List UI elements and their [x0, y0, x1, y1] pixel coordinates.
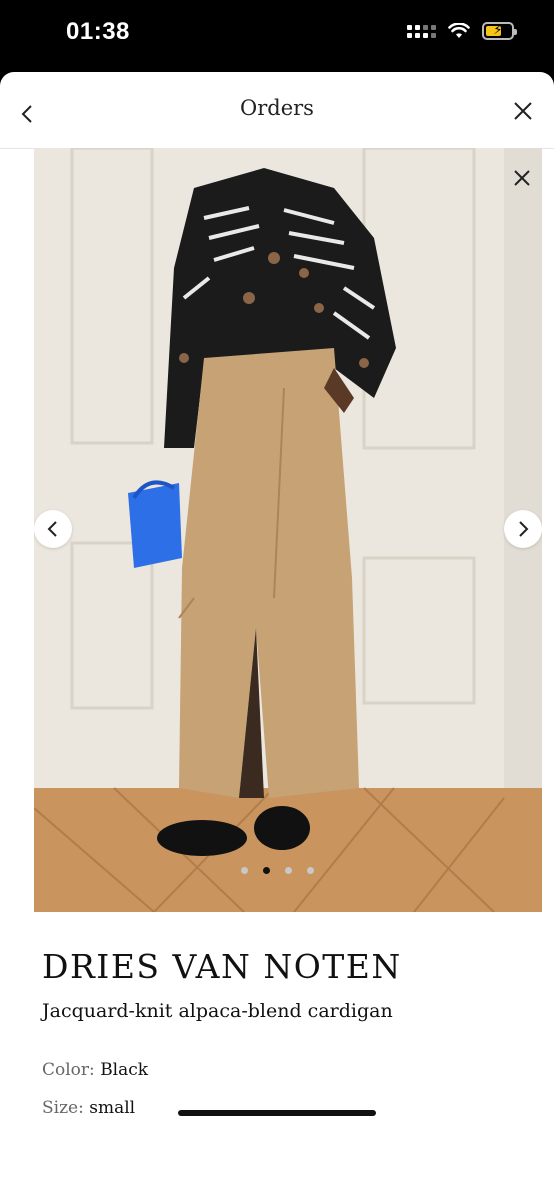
- home-indicator[interactable]: [178, 1110, 376, 1116]
- brand-name: DRIES VAN NOTEN: [42, 947, 402, 986]
- product-size: Size: small: [42, 1098, 135, 1118]
- carousel-dot-active[interactable]: [262, 867, 270, 874]
- close-icon[interactable]: [512, 100, 534, 122]
- color-label: Color:: [42, 1060, 95, 1080]
- size-value: small: [89, 1098, 136, 1118]
- status-icons: ⚡: [407, 22, 517, 40]
- chevron-left-icon: [47, 521, 57, 537]
- carousel-dot[interactable]: [240, 867, 248, 874]
- nav-bar: Orders: [0, 72, 554, 149]
- carousel-dots: [0, 867, 554, 874]
- cellular-signal-icon: [407, 24, 436, 38]
- chevron-right-icon: [519, 521, 529, 537]
- carousel-dot[interactable]: [306, 867, 314, 874]
- next-image-button[interactable]: [504, 510, 542, 548]
- product-name: Jacquard-knit alpaca-blend cardigan: [42, 1000, 393, 1022]
- status-time: 01:38: [66, 18, 130, 45]
- product-image: [34, 148, 542, 912]
- product-photo: [34, 148, 542, 912]
- wifi-icon: [448, 22, 470, 38]
- color-value: Black: [100, 1060, 149, 1080]
- battery-icon: ⚡: [482, 22, 517, 40]
- product-color: Color: Black: [42, 1060, 148, 1080]
- page-title: Orders: [240, 96, 314, 120]
- size-label: Size:: [42, 1098, 84, 1118]
- close-icon[interactable]: [512, 168, 532, 188]
- carousel-dot[interactable]: [284, 867, 292, 874]
- status-bar: 01:38 ⚡: [0, 0, 554, 72]
- previous-image-button[interactable]: [34, 510, 72, 548]
